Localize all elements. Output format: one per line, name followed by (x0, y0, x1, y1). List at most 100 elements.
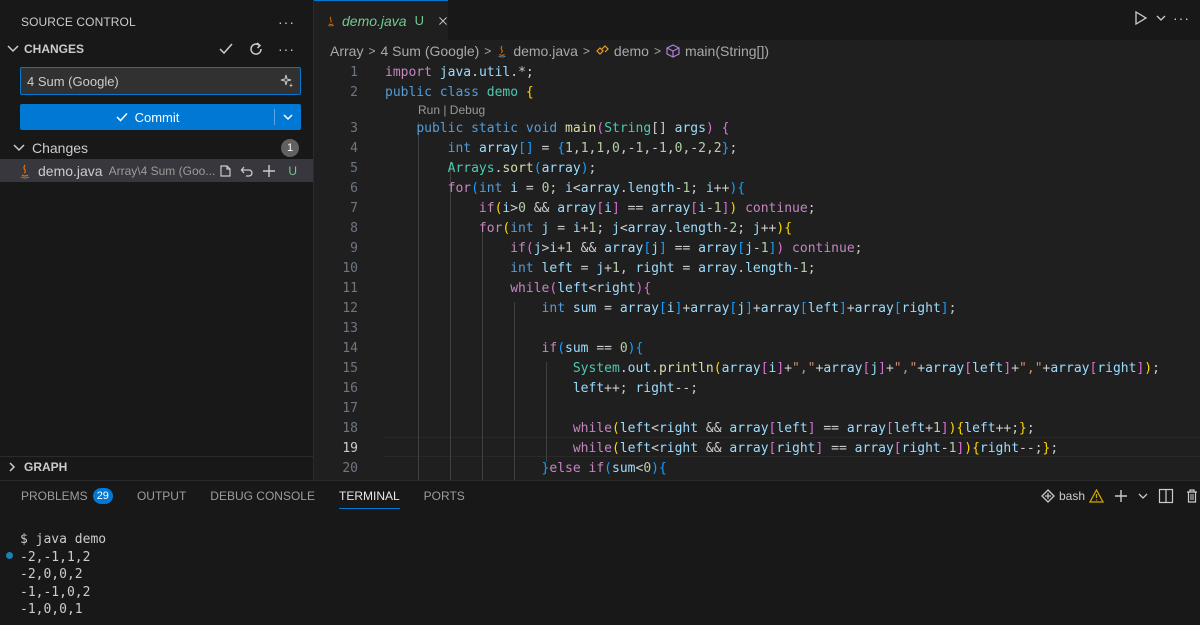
code-line: System.out.println(array[i]+","+array[j]… (572, 360, 1160, 376)
changes-section-header[interactable]: CHANGES ··· (0, 41, 313, 57)
code-line: while(left<right && array[left] == array… (572, 420, 1035, 436)
code-line: if(j>i+1 && array[j] == array[j-1]) cont… (510, 240, 863, 256)
sparkle-icon[interactable] (280, 74, 294, 88)
command-status-dot (6, 552, 13, 559)
tab-ports[interactable]: PORTS (424, 481, 465, 511)
line-number: 14 (342, 340, 358, 356)
code-line: }else if(sum<0){ (541, 460, 667, 476)
line-number: 8 (350, 220, 358, 236)
plus-icon[interactable] (262, 164, 276, 178)
tab-label: demo.java (342, 12, 407, 29)
terminal-icon (1041, 489, 1055, 503)
terminal-line: -1,-1,0,2 (20, 584, 91, 600)
changes-group[interactable]: Changes 1 (0, 138, 313, 158)
warning-icon (1089, 489, 1104, 503)
commit-button-label: Commit (134, 109, 180, 125)
run-icon[interactable] (1133, 10, 1149, 26)
chevron-right-icon (9, 461, 16, 472)
line-number: 2 (350, 84, 358, 100)
codelens-run-debug[interactable]: Run | Debug (418, 103, 485, 117)
line-number: 10 (342, 260, 358, 276)
check-icon (116, 112, 128, 122)
terminal-line: -2,0,0,2 (20, 567, 83, 582)
code-line: for(int j = i+1; j<array.length-2; j++){ (478, 220, 793, 236)
chevron-down-icon (13, 144, 25, 152)
chevron-down-icon[interactable] (1155, 10, 1167, 26)
commit-dropdown-button[interactable] (275, 111, 301, 123)
tab-label: PORTS (423, 489, 465, 503)
chevron-right-icon: > (484, 44, 492, 58)
code-line: if(i>0 && array[i] == array[i-1]) contin… (478, 200, 816, 216)
check-icon[interactable] (218, 41, 234, 57)
line-number: 1 (350, 64, 358, 80)
panel-tabs: PROBLEMS 29 OUTPUT DEBUG CONSOLE TERMINA… (0, 481, 1200, 511)
code-line: int array[] = {1,1,1,0,-1,-1,0,-2,2}; (447, 140, 738, 156)
line-number: 18 (342, 420, 358, 436)
symbol-method-icon (666, 44, 680, 58)
chevron-right-icon: > (653, 44, 661, 58)
graph-section-header[interactable]: GRAPH (0, 456, 313, 476)
commit-message-input[interactable]: 4 Sum (Google) (20, 67, 301, 95)
editor-tabbar: demo.java U ··· (314, 0, 1200, 40)
file-status-untracked: U (288, 163, 297, 178)
source-control-sidebar: SOURCE CONTROL ··· CHANGES ··· 4 Sum (Go… (0, 0, 314, 480)
code-line: Arrays.sort(array); (447, 160, 597, 176)
line-number: 7 (350, 200, 358, 216)
code-line: int left = j+1, right = array.length-1; (510, 260, 816, 276)
line-number: 11 (342, 280, 358, 296)
line-number: 20 (342, 460, 358, 476)
breadcrumb-item[interactable]: Array (330, 43, 363, 59)
tab-demo-java[interactable]: demo.java U (314, 0, 448, 40)
terminal-line: -2,-1,1,2 (20, 549, 91, 565)
line-number: 17 (342, 400, 358, 416)
split-icon[interactable] (1158, 488, 1174, 504)
plus-icon[interactable] (1114, 489, 1128, 503)
tab-terminal[interactable]: TERMINAL (338, 481, 400, 511)
terminal-line: -1,0,0,1 (20, 602, 83, 617)
java-file-icon (327, 15, 335, 26)
code-line: for(int i = 0; i<array.length-1; i++){ (447, 180, 746, 196)
line-number: 13 (342, 320, 358, 336)
breadcrumb-item[interactable]: demo.java (513, 43, 578, 59)
trash-icon[interactable] (1184, 488, 1200, 504)
tab-output[interactable]: OUTPUT (137, 481, 186, 511)
tab-label: OUTPUT (136, 489, 187, 503)
ellipsis-icon[interactable]: ··· (278, 41, 295, 57)
breadcrumb-item[interactable]: main(String[]) (685, 43, 769, 59)
chevron-right-icon: > (582, 44, 590, 58)
commit-button-main[interactable]: Commit (20, 110, 274, 125)
chevron-right-icon: > (368, 44, 376, 58)
tab-label: TERMINAL (338, 489, 400, 503)
line-number: 19 (342, 440, 358, 456)
discard-icon[interactable] (240, 164, 254, 178)
line-number: 15 (342, 360, 358, 376)
terminal-selector[interactable]: bash (1041, 489, 1104, 503)
tab-debug-console[interactable]: DEBUG CONSOLE (210, 481, 315, 511)
code-line: import java.util.*; (385, 64, 534, 80)
sidebar-header: SOURCE CONTROL ··· (0, 0, 313, 44)
close-icon[interactable] (438, 14, 448, 28)
tab-label: PROBLEMS (21, 489, 88, 503)
refresh-icon[interactable] (248, 41, 264, 57)
ellipsis-icon[interactable]: ··· (278, 14, 295, 30)
code-line: int sum = array[i]+array[j]+array[left]+… (541, 300, 957, 316)
commit-button[interactable]: Commit (20, 104, 301, 130)
open-file-icon[interactable] (218, 164, 232, 178)
bottom-panel: PROBLEMS 29 OUTPUT DEBUG CONSOLE TERMINA… (0, 480, 1200, 625)
changed-file-row[interactable]: demo.java Array\4 Sum (Goo... U (0, 159, 313, 182)
changed-file-path: Array\4 Sum (Goo... (108, 163, 216, 178)
problems-count-badge: 29 (92, 488, 113, 504)
changes-section-label: CHANGES (24, 42, 85, 56)
line-number: 4 (350, 140, 358, 156)
breadcrumb-item[interactable]: demo (614, 43, 649, 59)
breadcrumb-item[interactable]: 4 Sum (Google) (380, 43, 479, 59)
tab-problems[interactable]: PROBLEMS 29 (21, 481, 113, 511)
terminal-output[interactable]: $ java demo -2,-1,1,2 -2,0,0,2 -1,-1,0,2 -1,… (20, 531, 106, 619)
code-line: left++; right--; (572, 380, 699, 396)
line-number: 5 (350, 160, 358, 176)
java-file-icon (498, 45, 506, 58)
sidebar-title: SOURCE CONTROL (21, 15, 136, 29)
ellipsis-icon[interactable]: ··· (1173, 10, 1190, 26)
chevron-down-icon[interactable] (1138, 489, 1148, 503)
changed-file-name: demo.java (38, 162, 103, 179)
